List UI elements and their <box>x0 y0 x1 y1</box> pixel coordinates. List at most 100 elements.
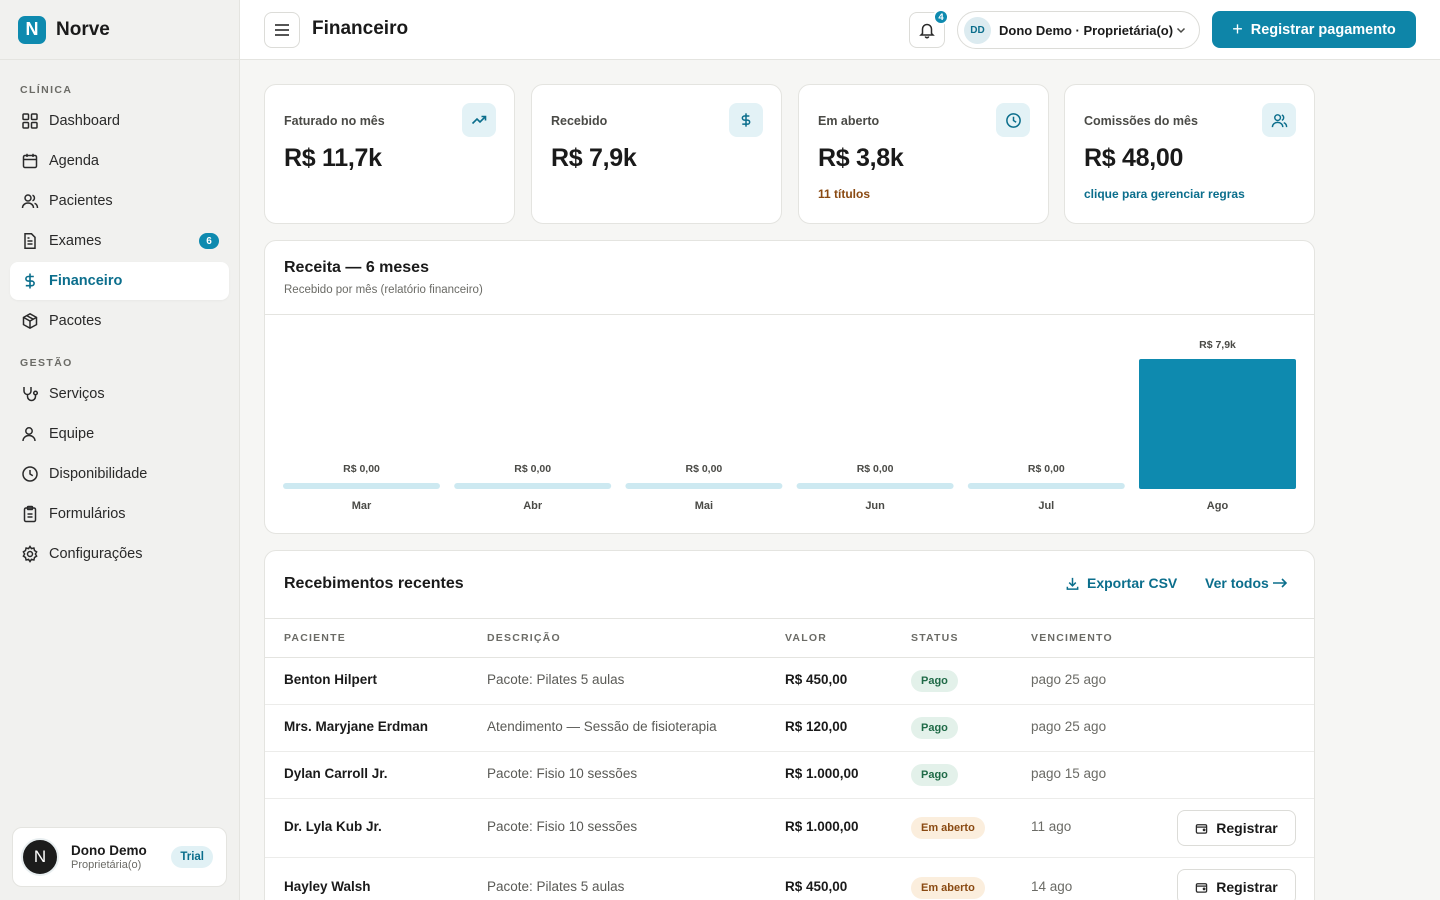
download-icon <box>1066 577 1079 590</box>
patient-name: Mrs. Maryjane Erdman <box>284 719 429 734</box>
stat-value: R$ 11,7k <box>284 144 382 172</box>
arrow-right-icon <box>1272 578 1287 588</box>
sidebar-item-label: Pacotes <box>49 313 102 329</box>
col-header-description: DESCRIÇÃO <box>487 632 561 644</box>
brand-logo: N <box>18 15 46 44</box>
bar-mai <box>625 483 783 489</box>
sidebar-item-label: Pacientes <box>49 193 113 209</box>
users-icon <box>1262 103 1296 137</box>
bar-value-label: R$ 0,00 <box>857 463 894 475</box>
sidebar-item-equipe[interactable]: Equipe <box>10 415 229 453</box>
view-all-link[interactable]: Ver todos <box>1205 575 1288 591</box>
notifications-button[interactable]: 4 <box>909 9 949 48</box>
value: R$ 450,00 <box>785 879 848 894</box>
user-name: Dono Demo <box>71 843 147 858</box>
due-date: pago 25 ago <box>1031 672 1107 687</box>
patient-name: Dr. Lyla Kub Jr. <box>284 819 382 834</box>
register-button-label: Registrar <box>1216 820 1278 836</box>
sidebar-item-label: Dashboard <box>49 113 120 129</box>
bar-value-label: R$ 0,00 <box>343 463 380 475</box>
menu-toggle-button[interactable] <box>264 12 300 48</box>
page-title: Financeiro <box>312 18 409 39</box>
sidebar-item-label: Financeiro <box>49 273 123 289</box>
avatar: N <box>21 838 59 876</box>
table-row[interactable]: Mrs. Maryjane Erdman Atendimento — Sessã… <box>265 705 1314 752</box>
user-card[interactable]: N Dono Demo Proprietária(o) Trial <box>12 827 227 887</box>
hamburger-icon <box>275 24 289 36</box>
register-payment-button[interactable]: + Registrar pagamento <box>1212 11 1416 48</box>
calendar-icon <box>20 151 40 171</box>
status-badge: Em aberto <box>911 877 985 899</box>
sidebar-item-disponibilidade[interactable]: Disponibilidade <box>10 455 229 493</box>
description: Pacote: Fisio 10 sessões <box>487 766 638 781</box>
sidebar-item-label: Disponibilidade <box>49 466 148 482</box>
sidebar-item-dashboard[interactable]: Dashboard <box>10 102 229 140</box>
sidebar-item-financeiro[interactable]: Financeiro <box>10 262 229 300</box>
export-csv-button[interactable]: Exportar CSV <box>1065 575 1177 591</box>
value: R$ 120,00 <box>785 719 848 734</box>
sidebar-item-configuracoes[interactable]: Configurações <box>10 535 229 573</box>
due-date: 11 ago <box>1031 819 1072 834</box>
users-icon <box>20 191 40 211</box>
bell-icon <box>919 23 935 39</box>
register-button-label: Registrar <box>1216 879 1278 895</box>
chart-subtitle: Recebido por mês (relatório financeiro) <box>284 284 483 296</box>
notification-count-badge: 4 <box>933 9 949 25</box>
x-tick-label: Mar <box>352 500 372 512</box>
team-icon <box>20 424 40 444</box>
sidebar-item-agenda[interactable]: Agenda <box>10 142 229 180</box>
stat-card-commissions[interactable]: Comissões do mês R$ 48,00 clique para ge… <box>1064 84 1315 224</box>
patient-name: Benton Hilpert <box>284 672 377 687</box>
stat-card-open: Em aberto R$ 3,8k 11 títulos <box>798 84 1049 224</box>
sidebar-item-servicos[interactable]: Serviços <box>10 375 229 413</box>
bar-mar <box>283 483 440 489</box>
account-menu-button[interactable]: DD Dono Demo · Proprietária(o) <box>957 11 1200 49</box>
x-tick-label: Abr <box>523 500 543 512</box>
open-titles-count: 11 títulos <box>818 187 871 201</box>
stat-value: R$ 7,9k <box>551 144 637 172</box>
sidebar-item-label: Equipe <box>49 426 95 442</box>
sidebar-item-formularios[interactable]: Formulários <box>10 495 229 533</box>
gear-icon <box>20 544 40 564</box>
col-header-patient: PACIENTE <box>284 632 346 644</box>
bar-jun <box>796 483 954 489</box>
x-tick-label: Jul <box>1038 500 1054 512</box>
brand-name: Norve <box>56 18 110 40</box>
table-row[interactable]: Benton Hilpert Pacote: Pilates 5 aulas R… <box>265 658 1314 705</box>
register-button[interactable]: Registrar <box>1177 810 1296 846</box>
col-header-value: VALOR <box>785 632 827 644</box>
sidebar: N Norve CLÍNICA Dashboard Agenda Pacient… <box>0 0 240 900</box>
revenue-bar-chart: R$ 0,00 Mar R$ 0,00 Abr R$ 0,00 Mai R$ 0,00 Jun… <box>283 339 1296 512</box>
bar-value-label: R$ 7,9k <box>1199 339 1236 351</box>
nav-section-manage: GESTÃO <box>20 357 73 369</box>
sidebar-item-pacientes[interactable]: Pacientes <box>10 182 229 220</box>
plan-badge: Trial <box>171 846 213 868</box>
stat-value: R$ 48,00 <box>1084 144 1184 172</box>
bar-value-label: R$ 0,00 <box>686 463 723 475</box>
brand[interactable]: N Norve <box>0 0 239 60</box>
x-tick-label: Ago <box>1207 500 1229 512</box>
stat-value: R$ 3,8k <box>818 144 904 172</box>
wallet-icon <box>1195 881 1208 894</box>
status-badge: Pago <box>911 670 958 692</box>
description: Pacote: Pilates 5 aulas <box>487 879 625 894</box>
table-row[interactable]: Hayley Walsh Pacote: Pilates 5 aulas R$ … <box>265 858 1314 900</box>
sidebar-item-label: Configurações <box>49 546 143 562</box>
account-label: Dono Demo · Proprietária(o) <box>999 22 1174 38</box>
sidebar-item-label: Exames <box>49 233 102 249</box>
view-all-label: Ver todos <box>1205 575 1269 591</box>
table-row[interactable]: Dr. Lyla Kub Jr. Pacote: Fisio 10 sessõe… <box>265 799 1314 858</box>
table-row[interactable]: Dylan Carroll Jr. Pacote: Fisio 10 sessõ… <box>265 752 1314 799</box>
status-badge: Pago <box>911 764 958 786</box>
user-role: Proprietária(o) <box>71 859 142 871</box>
manage-rules-link[interactable]: clique para gerenciar regras <box>1084 187 1295 201</box>
sidebar-item-pacotes[interactable]: Pacotes <box>10 302 229 340</box>
register-button[interactable]: Registrar <box>1177 869 1296 900</box>
clock-icon <box>20 464 40 484</box>
dollar-icon <box>20 271 40 291</box>
description: Pacote: Fisio 10 sessões <box>487 819 638 834</box>
bar-value-label: R$ 0,00 <box>1028 463 1065 475</box>
sidebar-item-exames[interactable]: Exames 6 <box>10 222 229 260</box>
due-date: 14 ago <box>1031 879 1073 894</box>
chart-title: Receita — 6 meses <box>284 259 429 276</box>
